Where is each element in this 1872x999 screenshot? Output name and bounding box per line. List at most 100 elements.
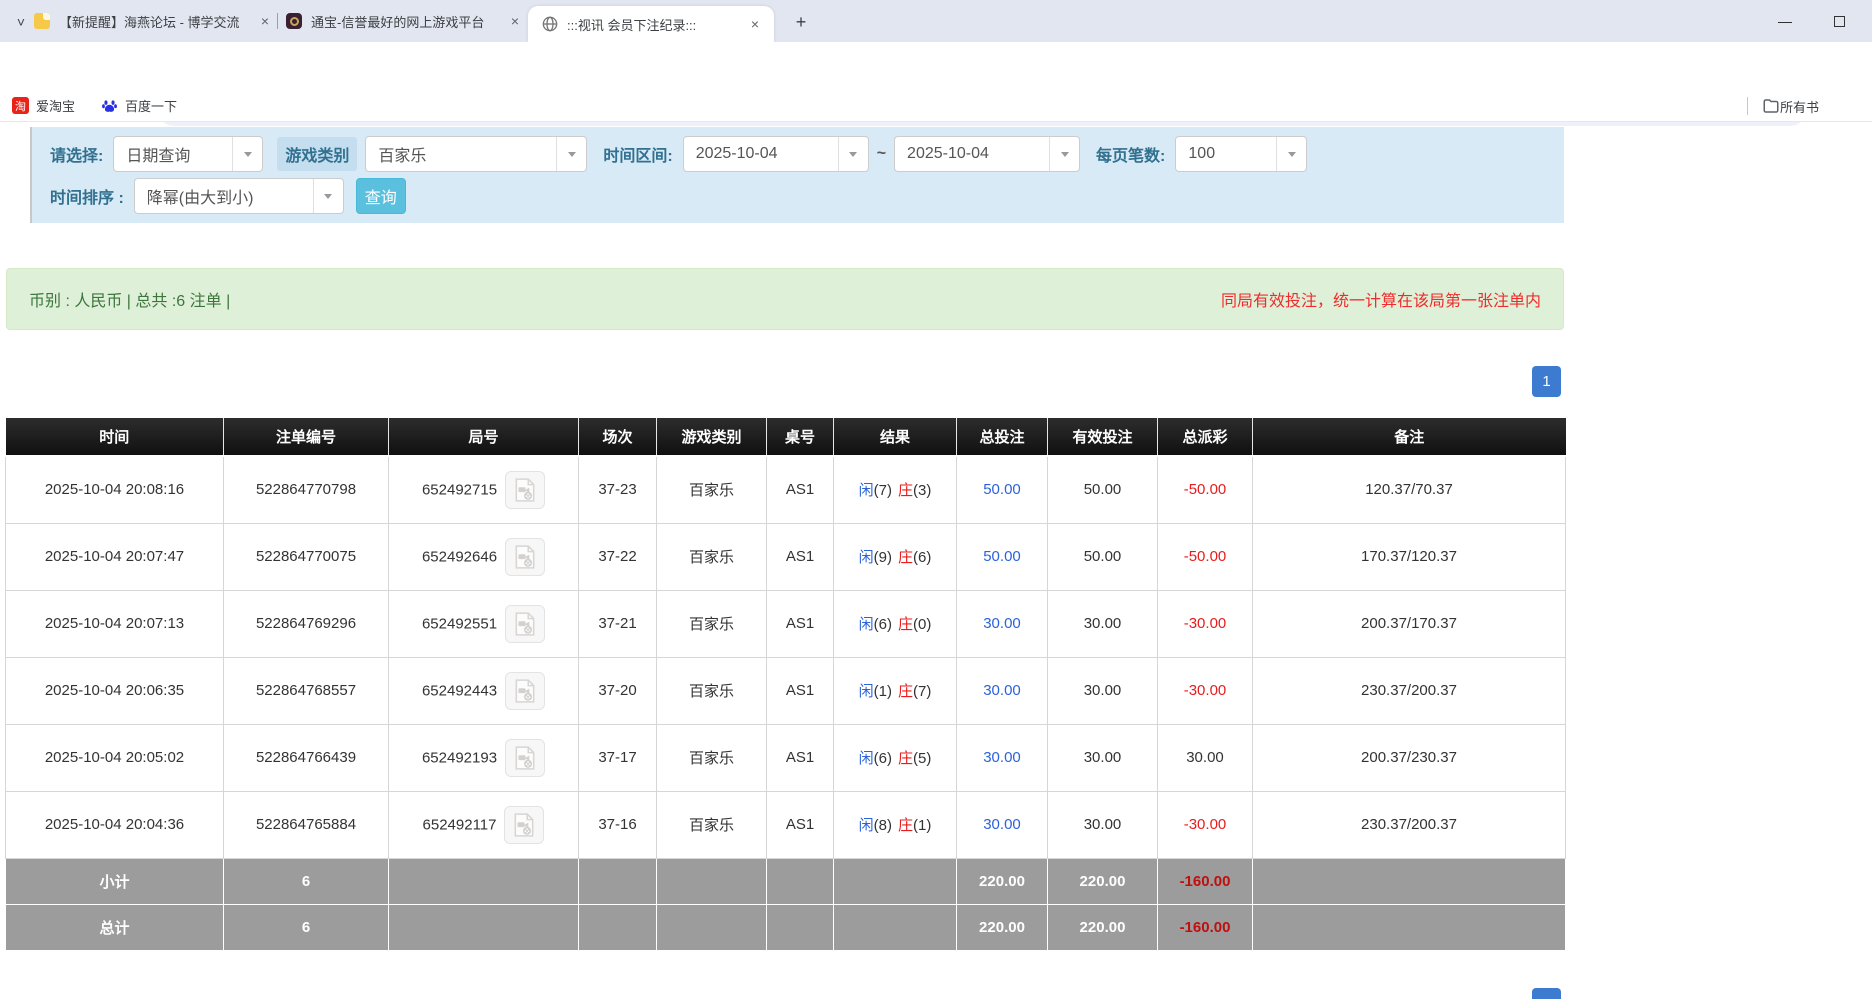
round-number: 652492715: [422, 481, 497, 498]
cell-round: 652492117: [389, 791, 579, 858]
bookmark-aitaobao[interactable]: 淘 爱淘宝: [12, 96, 75, 115]
round-number: 652492193: [422, 749, 497, 766]
cell-game: 百家乐: [657, 523, 767, 590]
date-end-select[interactable]: 2025-10-04: [894, 136, 1080, 172]
table-row: 2025-10-04 20:04:36 522864765884 6524921…: [6, 791, 1566, 858]
tab-bar: ˅ 【新提醒】海燕论坛 - 博学交流 × 通宝-信誉最好的网上游戏平台 × ::…: [0, 0, 1872, 42]
cell-total-bet[interactable]: 50.00: [957, 456, 1048, 523]
player-label: 闲: [859, 683, 874, 700]
cell-round: 652492715: [389, 456, 579, 523]
video-replay-button[interactable]: [505, 672, 545, 710]
filter-panel: 请选择: 日期查询 游戏类别 百家乐 时间区间: 2025-10-04 ~ 20…: [30, 127, 1564, 223]
round-number: 652492443: [422, 682, 497, 699]
bookmark-baidu[interactable]: 百度一下: [101, 96, 177, 115]
cell-valid-bet: 30.00: [1048, 724, 1158, 791]
video-replay-button[interactable]: [505, 605, 545, 643]
maximize-icon: [1834, 16, 1845, 27]
tab-tongbao[interactable]: 通宝-信誉最好的网上游戏平台 ×: [286, 0, 524, 42]
cell-session: 37-17: [579, 724, 657, 791]
cell-session: 37-16: [579, 791, 657, 858]
cell-table: AS1: [767, 657, 834, 724]
total-total-bet: 220.00: [957, 904, 1048, 950]
cell-valid-bet: 50.00: [1048, 523, 1158, 590]
bet-records-table: 时间 注单编号 局号 场次 游戏类别 桌号 结果 总投注 有效投注 总派彩 备注…: [5, 418, 1566, 951]
close-icon[interactable]: ×: [256, 12, 274, 30]
game-kind-select[interactable]: 百家乐: [365, 136, 587, 172]
cell-total-bet[interactable]: 30.00: [957, 657, 1048, 724]
cell-total-bet[interactable]: 30.00: [957, 590, 1048, 657]
cell-table: AS1: [767, 523, 834, 590]
pagination-bottom-partial[interactable]: [1532, 988, 1561, 999]
cell-total-bet[interactable]: 50.00: [957, 523, 1048, 590]
video-replay-button[interactable]: [505, 471, 545, 509]
cell-note: 230.37/200.37: [1253, 791, 1566, 858]
sort-label: 时间排序 :: [50, 184, 124, 208]
cell-bet-id: 522864770075: [224, 523, 389, 590]
chevron-down-icon: [556, 137, 586, 171]
filter-row-2: 时间排序 : 降幂(由大到小) 查询: [44, 177, 1554, 215]
new-tab-button[interactable]: +: [788, 9, 814, 35]
subtotal-total-bet: 220.00: [957, 858, 1048, 904]
cell-valid-bet: 30.00: [1048, 791, 1158, 858]
subtotal-count: 6: [224, 858, 389, 904]
player-score: (9): [874, 549, 892, 566]
cell-total-bet[interactable]: 30.00: [957, 724, 1048, 791]
table-row: 2025-10-04 20:05:02 522864766439 6524921…: [6, 724, 1566, 791]
all-bookmarks-label: 所有书: [1780, 97, 1872, 116]
browser-toolbar: 614oxkc3.com/game/betrecord_search/kind3…: [0, 42, 1872, 90]
tab-search-chevron-icon[interactable]: ˅: [8, 9, 34, 35]
banker-score: (5): [913, 750, 931, 767]
query-button[interactable]: 查询: [356, 178, 406, 214]
chevron-down-icon: [838, 137, 868, 171]
close-icon[interactable]: ×: [506, 12, 524, 30]
table-row: 2025-10-04 20:07:47 522864770075 6524926…: [6, 523, 1566, 590]
video-replay-button[interactable]: [505, 538, 545, 576]
cell-game: 百家乐: [657, 791, 767, 858]
video-replay-button[interactable]: [504, 806, 544, 844]
player-label: 闲: [859, 750, 874, 767]
cell-result: 闲(9)庄(6): [834, 523, 957, 590]
sort-select[interactable]: 降幂(由大到小): [134, 178, 344, 214]
table-row: 2025-10-04 20:07:13 522864769296 6524925…: [6, 590, 1566, 657]
date-start-select[interactable]: 2025-10-04: [683, 136, 869, 172]
window-controls: —: [1770, 8, 1854, 34]
banker-score: (7): [913, 683, 931, 700]
maximize-button[interactable]: [1824, 8, 1854, 34]
chevron-down-icon: [313, 179, 343, 213]
player-label: 闲: [859, 817, 874, 834]
minimize-button[interactable]: —: [1770, 8, 1800, 34]
note-favicon-icon: [34, 13, 50, 29]
close-icon[interactable]: ×: [746, 15, 764, 33]
total-label: 总计: [6, 904, 224, 950]
tab-haiyan-forum[interactable]: 【新提醒】海燕论坛 - 博学交流 ×: [34, 0, 274, 42]
banker-label: 庄: [898, 549, 913, 566]
chevron-down-icon: [1276, 137, 1306, 171]
pagination-page-1[interactable]: 1: [1532, 366, 1561, 397]
video-replay-button[interactable]: [505, 739, 545, 777]
cell-payout: -30.00: [1158, 590, 1253, 657]
total-count: 6: [224, 904, 389, 950]
round-number: 652492646: [422, 548, 497, 565]
banker-label: 庄: [898, 683, 913, 700]
page-size-select[interactable]: 100: [1175, 136, 1307, 172]
query-type-select[interactable]: 日期查询: [113, 136, 263, 172]
cell-time: 2025-10-04 20:08:16: [6, 456, 224, 523]
player-score: (1): [874, 683, 892, 700]
banker-score: (1): [913, 817, 931, 834]
cell-total-bet[interactable]: 30.00: [957, 791, 1048, 858]
tab-bet-records-active[interactable]: :::视讯 会员下注纪录::: ×: [528, 6, 774, 42]
total-valid-bet: 220.00: [1048, 904, 1158, 950]
cell-table: AS1: [767, 724, 834, 791]
cell-note: 120.37/70.37: [1253, 456, 1566, 523]
cell-payout: 30.00: [1158, 724, 1253, 791]
cell-valid-bet: 30.00: [1048, 590, 1158, 657]
player-score: (7): [874, 482, 892, 499]
date-range-tilde: ~: [877, 145, 886, 163]
player-score: (6): [874, 750, 892, 767]
player-label: 闲: [859, 549, 874, 566]
banker-score: (3): [913, 482, 931, 499]
col-result: 结果: [834, 418, 957, 456]
all-bookmarks[interactable]: 所有书: [1747, 90, 1872, 122]
cell-note: 200.37/230.37: [1253, 724, 1566, 791]
cell-round: 652492443: [389, 657, 579, 724]
